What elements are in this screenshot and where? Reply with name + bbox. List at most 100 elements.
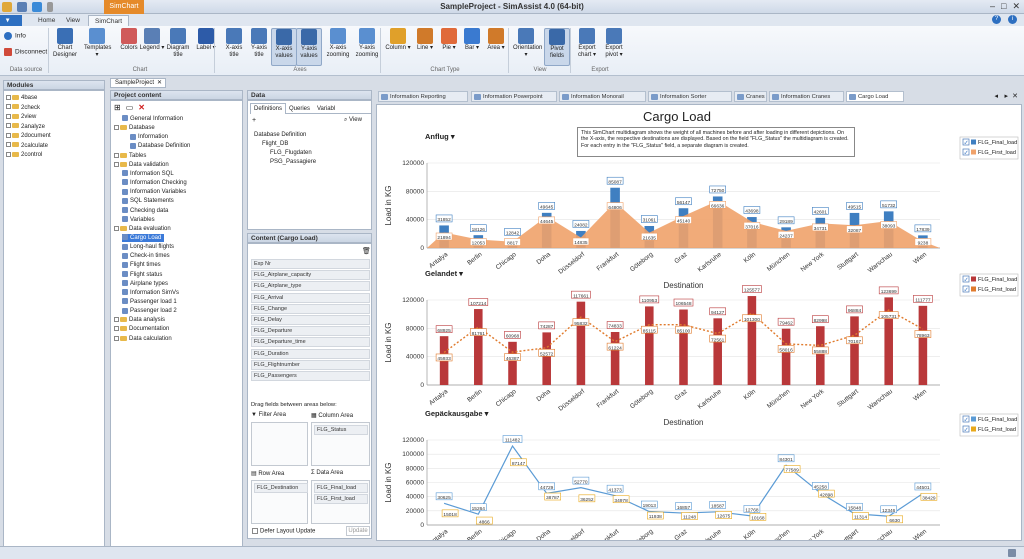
tab-simchart[interactable]: SimChart <box>88 15 130 26</box>
row-field[interactable]: FLG_Destination <box>254 483 308 493</box>
document-tab[interactable]: Information Powerpoint <box>471 91 557 102</box>
project-tree-item[interactable]: General Information <box>122 115 186 123</box>
tab-variables[interactable]: Variabl <box>314 104 338 114</box>
data-tree-item[interactable]: PSG_Passagiere <box>270 158 316 166</box>
bar-button[interactable]: Bar ▾ <box>459 28 485 66</box>
column-field[interactable]: FLG_Status <box>314 425 368 435</box>
area-button[interactable]: Area ▾ <box>483 28 509 66</box>
add-icon[interactable]: + <box>252 117 256 124</box>
info-button[interactable]: Info <box>4 32 26 40</box>
tab-home[interactable]: Home <box>32 15 61 26</box>
x-axis-zoom-button[interactable]: X-axis zooming <box>325 28 351 66</box>
data-tree-item[interactable]: FLG_Flugdaten <box>270 149 312 157</box>
project-tree-item[interactable]: Flight times <box>122 261 164 269</box>
data-area[interactable]: FLG_Final_load FLG_First_load <box>311 480 370 524</box>
project-tree-item[interactable]: Data validation <box>114 161 172 169</box>
module-item[interactable]: 2analyze <box>6 123 45 131</box>
field-item[interactable]: FLG_Airplane_type <box>251 281 370 292</box>
legend-button[interactable]: Legend ▾ <box>139 28 165 66</box>
project-tree-item[interactable]: Passenger load 2 <box>122 307 180 315</box>
project-tree-item[interactable]: Cargo Load <box>122 233 165 242</box>
orientation-button[interactable]: Orientation ▾ <box>513 28 542 66</box>
document-tab[interactable]: Information Monorail <box>559 91 646 102</box>
defer-layout-checkbox[interactable]: Defer Layout Update <box>252 528 315 535</box>
x-axis-values-button[interactable]: X-axis values <box>271 28 297 66</box>
project-tree-item[interactable]: Flight status <box>122 270 165 279</box>
maximize-icon[interactable]: □ <box>1001 1 1006 12</box>
y-axis-title-button[interactable]: Y-axis title <box>246 28 272 66</box>
module-item[interactable]: 2control <box>6 151 42 159</box>
project-tree-item[interactable]: Airplane types <box>122 280 171 288</box>
project-tree-item[interactable]: Data analysis <box>114 316 168 324</box>
document-tab[interactable]: Information Cranes <box>769 91 844 102</box>
settings-icon[interactable]: i <box>1008 15 1017 24</box>
project-tree-item[interactable]: Long-haul flights <box>122 243 177 251</box>
expand-icon[interactable]: ⊞ <box>114 103 121 112</box>
update-button[interactable]: Update <box>346 526 370 536</box>
export-pivot-button[interactable]: Export pivot ▾ <box>601 28 627 66</box>
close-icon[interactable]: ✕ <box>157 79 162 88</box>
field-item[interactable]: FLG_Departure <box>251 326 370 337</box>
project-tree-item[interactable]: SQL Statements <box>122 197 177 205</box>
tab-view[interactable]: View <box>60 15 86 26</box>
project-tree-item[interactable]: Passenger load 1 <box>122 298 180 306</box>
field-item[interactable]: FLG_Passengers <box>251 371 370 381</box>
tab-scroll-left-icon[interactable]: ◂ <box>994 92 998 100</box>
project-tree-item[interactable]: Database <box>114 124 158 132</box>
project-tree-item[interactable]: Data calculation <box>114 335 175 343</box>
project-tree-item[interactable]: Information Checking <box>122 179 190 187</box>
module-item[interactable]: 2view <box>6 113 36 121</box>
tab-definitions[interactable]: Definitions <box>250 103 287 114</box>
document-tab[interactable]: Cargo Load <box>846 91 904 102</box>
document-tab[interactable]: Information Reporting <box>378 91 468 102</box>
y-axis-zoom-button[interactable]: Y-axis zooming <box>354 28 380 66</box>
new-item-icon[interactable]: ▭ <box>126 103 134 112</box>
help-icon[interactable]: ? <box>992 15 1001 24</box>
project-tree-item[interactable]: Checking data <box>122 206 171 215</box>
data-tree-item[interactable]: Flight_DB <box>262 140 288 148</box>
field-item[interactable]: FLG_Arrival <box>251 292 370 303</box>
project-tree-item[interactable]: Tables <box>114 152 149 160</box>
project-tree-item[interactable]: Information SimVs <box>122 289 182 297</box>
tab-queries[interactable]: Queries <box>286 104 313 114</box>
diagram-title-button[interactable]: Diagram title <box>165 28 191 66</box>
field-item[interactable]: FLG_Change <box>251 303 370 314</box>
file-menu-button[interactable]: ▾ <box>0 15 22 26</box>
project-tree-item[interactable]: Information SQL <box>122 170 177 178</box>
label-button[interactable]: Label ▾ <box>193 28 219 66</box>
field-item[interactable]: FLG_Delay <box>251 315 370 325</box>
data-field[interactable]: FLG_Final_load <box>314 483 368 493</box>
column-area[interactable]: FLG_Status <box>311 422 370 466</box>
field-item[interactable]: FLG_Duration <box>251 348 370 359</box>
project-tree-item[interactable]: Information <box>130 133 171 141</box>
x-axis-title-button[interactable]: X-axis title <box>221 28 247 66</box>
field-item[interactable]: FLG_Flightnumber <box>251 359 370 370</box>
project-tree-item[interactable]: Check-in times <box>122 252 173 260</box>
project-tree-item[interactable]: Information Variables <box>122 188 189 196</box>
document-tab[interactable]: Cranes <box>734 91 767 102</box>
module-item[interactable]: 4base <box>6 94 37 102</box>
pivot-fields-button[interactable]: Pivot fields <box>544 28 570 66</box>
chart-designer-button[interactable]: Chart Designer <box>52 28 78 66</box>
project-tree-item[interactable]: Variables <box>122 216 158 224</box>
module-item[interactable]: 2calculate <box>6 142 48 150</box>
view-button[interactable]: ⌕ View <box>344 117 362 124</box>
project-tree-item[interactable]: Data evaluation <box>114 225 174 233</box>
tab-sampleproject[interactable]: SampleProject ✕ <box>110 78 166 88</box>
row-area[interactable]: FLG_Destination <box>251 480 308 524</box>
minimize-icon[interactable]: – <box>990 1 995 12</box>
document-tab[interactable]: Information Sorter <box>648 91 732 102</box>
disconnect-button[interactable]: Disconnect <box>4 48 47 56</box>
y-axis-values-button[interactable]: Y-axis values <box>296 28 322 66</box>
filter-area[interactable] <box>251 422 308 466</box>
data-field[interactable]: FLG_First_load <box>314 494 368 504</box>
module-item[interactable]: 2check <box>6 104 40 112</box>
data-tree-item[interactable]: Database Definition <box>254 131 306 139</box>
tab-scroll-right-icon[interactable]: ▸ <box>1004 92 1008 100</box>
export-chart-button[interactable]: Export chart ▾ <box>574 28 600 66</box>
column-button[interactable]: Column ▾ <box>385 28 411 66</box>
close-icon[interactable]: ✕ <box>1012 1 1020 12</box>
field-item[interactable]: Exp Nr <box>251 259 370 269</box>
clear-icon[interactable]: 🗑 <box>362 247 371 255</box>
delete-icon[interactable]: ✕ <box>138 103 145 112</box>
